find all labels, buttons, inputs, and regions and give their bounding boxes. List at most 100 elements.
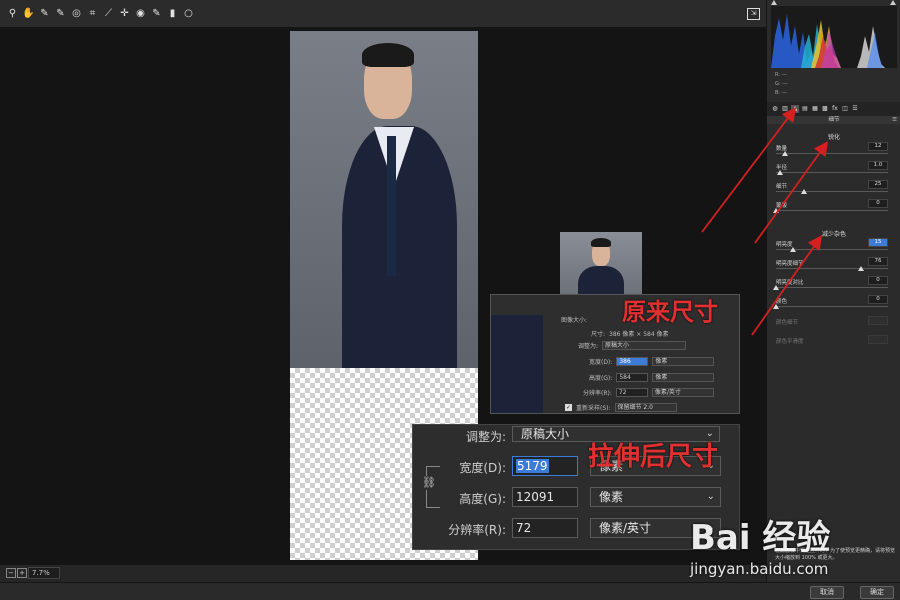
sharpen-value-3[interactable]: 0 xyxy=(868,199,888,208)
sharpen-value-1[interactable]: 1.0 xyxy=(868,161,888,170)
highlight-clipping-icon[interactable] xyxy=(890,0,896,5)
detail-tab-icon[interactable]: ▲ xyxy=(791,105,799,113)
radial-filter-icon[interactable]: ○ xyxy=(182,7,195,20)
noise-value-2[interactable]: 0 xyxy=(868,276,888,285)
portrait-photo xyxy=(290,31,478,368)
zoom-out-icon[interactable]: − xyxy=(6,568,16,578)
basic-tab-icon[interactable]: ◍ xyxy=(771,105,779,113)
hist-g-readout: G: --- xyxy=(775,81,788,87)
hand-icon[interactable]: ✋ xyxy=(22,7,35,20)
noise-value-3[interactable]: 0 xyxy=(868,295,888,304)
sharpen-slider-thumb-2[interactable] xyxy=(801,189,807,194)
resample-checkbox[interactable]: ✓ xyxy=(565,404,572,411)
zoom-icon[interactable]: ⚲ xyxy=(6,7,19,20)
presets-tab-icon[interactable]: ☰ xyxy=(851,105,859,113)
adjustment-panel: R: --- G: --- B: --- ◍ ▥ ▲ ▤ ▦ ▩ fx ◫ ☰ 细节 ☰ 锐化 … xyxy=(766,0,900,582)
color-sampler-icon[interactable]: ✎ xyxy=(54,7,67,20)
height-unit-select[interactable]: 像素 xyxy=(652,373,715,382)
noise-label-2: 明亮度对比 xyxy=(776,280,804,286)
resample-select[interactable]: 保留细节 2.0 xyxy=(614,403,677,412)
hair xyxy=(362,43,414,67)
target-adjust-icon[interactable]: ◎ xyxy=(70,7,83,20)
stretched-fit-label: 调整为: xyxy=(465,430,506,444)
image-size-label: 图像大小: xyxy=(561,317,588,324)
zoom-in-icon[interactable]: + xyxy=(17,568,27,578)
sharpen-slider-thumb-0[interactable] xyxy=(781,151,788,156)
original-crop-photo xyxy=(491,315,543,413)
baidu-url: jingyan.baidu.com xyxy=(690,560,829,578)
brush-icon[interactable]: ✎ xyxy=(150,7,163,20)
width-unit-select[interactable]: 像素 xyxy=(652,357,715,366)
dimensions-row: 尺寸: 386 像素 × 584 像素 xyxy=(591,329,669,338)
stretched-resolution-input[interactable]: 72 xyxy=(512,518,578,538)
original-size-annotation: 原来尺寸 xyxy=(622,298,718,326)
stretched-height-unit: 像素 xyxy=(599,490,624,504)
noise-value-0[interactable]: 15 xyxy=(868,238,888,247)
stretched-width-input[interactable]: 5179 xyxy=(512,456,578,476)
white-balance-icon[interactable]: ✎ xyxy=(38,7,51,20)
resolution-label: 分辨率(R): xyxy=(583,390,612,397)
panel-menu-icon[interactable]: ☰ xyxy=(892,116,897,124)
effects-tab-icon[interactable]: fx xyxy=(831,105,839,113)
resolution-unit-select[interactable]: 像素/英寸 xyxy=(651,388,714,397)
red-eye-icon[interactable]: ◉ xyxy=(134,7,147,20)
sharpen-slider-track-0[interactable] xyxy=(776,153,888,154)
split-toning-tab-icon[interactable]: ▦ xyxy=(811,105,819,113)
graduated-filter-icon[interactable]: ▮ xyxy=(166,7,179,20)
hist-r-value: --- xyxy=(781,72,788,78)
noise-slider-track-3[interactable] xyxy=(776,306,888,307)
zoom-level-select[interactable]: 7.7% xyxy=(28,567,60,579)
hist-g-label: G: xyxy=(775,81,781,87)
tone-curve-tab-icon[interactable]: ▥ xyxy=(781,105,789,113)
noise-slider-track-2[interactable] xyxy=(776,287,888,288)
panel-tabs: ◍ ▥ ▲ ▤ ▦ ▩ fx ◫ ☰ xyxy=(767,102,900,116)
fit-label: 调整为: xyxy=(578,343,599,350)
noise-slider-thumb-0[interactable] xyxy=(789,247,796,252)
sharpen-slider-track-1[interactable] xyxy=(776,172,888,173)
hist-b-label: B: xyxy=(775,90,781,96)
link-icon[interactable]: ⛓ xyxy=(422,476,436,490)
thumbnail-photo xyxy=(560,232,642,300)
panel-header: 细节 xyxy=(828,117,840,123)
straighten-icon[interactable]: ⟋ xyxy=(102,7,115,20)
hsl-tab-icon[interactable]: ▤ xyxy=(801,105,809,113)
calibration-tab-icon[interactable]: ◫ xyxy=(841,105,849,113)
noise-slider-thumb-3[interactable] xyxy=(773,304,779,309)
dimensions-value: 386 像素 × 584 像素 xyxy=(609,331,669,338)
crop-icon[interactable]: ⌗ xyxy=(86,7,99,20)
hist-b-readout: B: --- xyxy=(775,90,787,96)
lens-tab-icon[interactable]: ▩ xyxy=(821,105,829,113)
hist-r-label: R: xyxy=(775,72,781,78)
histogram xyxy=(771,6,897,68)
height-label: 高度(G): xyxy=(589,375,613,382)
sharpen-slider-track-2[interactable] xyxy=(776,191,888,192)
fit-select[interactable]: 原稿大小 xyxy=(602,341,687,350)
stretched-width-value: 5179 xyxy=(516,459,549,473)
hist-g-value: --- xyxy=(782,81,788,87)
resolution-input[interactable]: 72 xyxy=(615,388,648,397)
open-preferences-icon[interactable]: ⇲ xyxy=(747,8,760,20)
sharpen-label-2: 细节 xyxy=(776,184,788,190)
panel-header-bar: 细节 ☰ xyxy=(767,116,900,124)
stretched-height-input[interactable]: 12091 xyxy=(512,487,578,507)
sharpen-slider-track-3[interactable] xyxy=(776,210,888,211)
sharpen-slider-thumb-1[interactable] xyxy=(777,170,784,175)
hist-r-readout: R: --- xyxy=(775,72,787,78)
width-input[interactable]: 386 xyxy=(616,357,649,366)
color-smoothness-label: 颜色平滑度 xyxy=(776,339,804,345)
shadow-clipping-icon[interactable] xyxy=(771,0,777,5)
stretched-size-annotation: 拉伸后尺寸 xyxy=(588,442,719,472)
stretched-resolution-label: 分辨率(R): xyxy=(448,523,506,537)
sharpen-value-0[interactable]: 12 xyxy=(868,142,888,151)
noise-slider-thumb-2[interactable] xyxy=(773,285,779,290)
height-input[interactable]: 584 xyxy=(616,373,649,382)
height-row: 高度(G): 584 像素 xyxy=(589,373,715,382)
noise-slider-thumb-1[interactable] xyxy=(858,266,865,271)
sharpen-slider-thumb-3[interactable] xyxy=(773,208,779,213)
histogram-graph xyxy=(771,14,885,68)
sharpen-value-2[interactable]: 25 xyxy=(868,180,888,189)
spot-removal-icon[interactable]: ✛ xyxy=(118,7,131,20)
noise-slider-track-1[interactable] xyxy=(776,268,888,269)
noise-value-1[interactable]: 76 xyxy=(868,257,888,266)
status-bar: − + 7.7% xyxy=(0,564,766,582)
